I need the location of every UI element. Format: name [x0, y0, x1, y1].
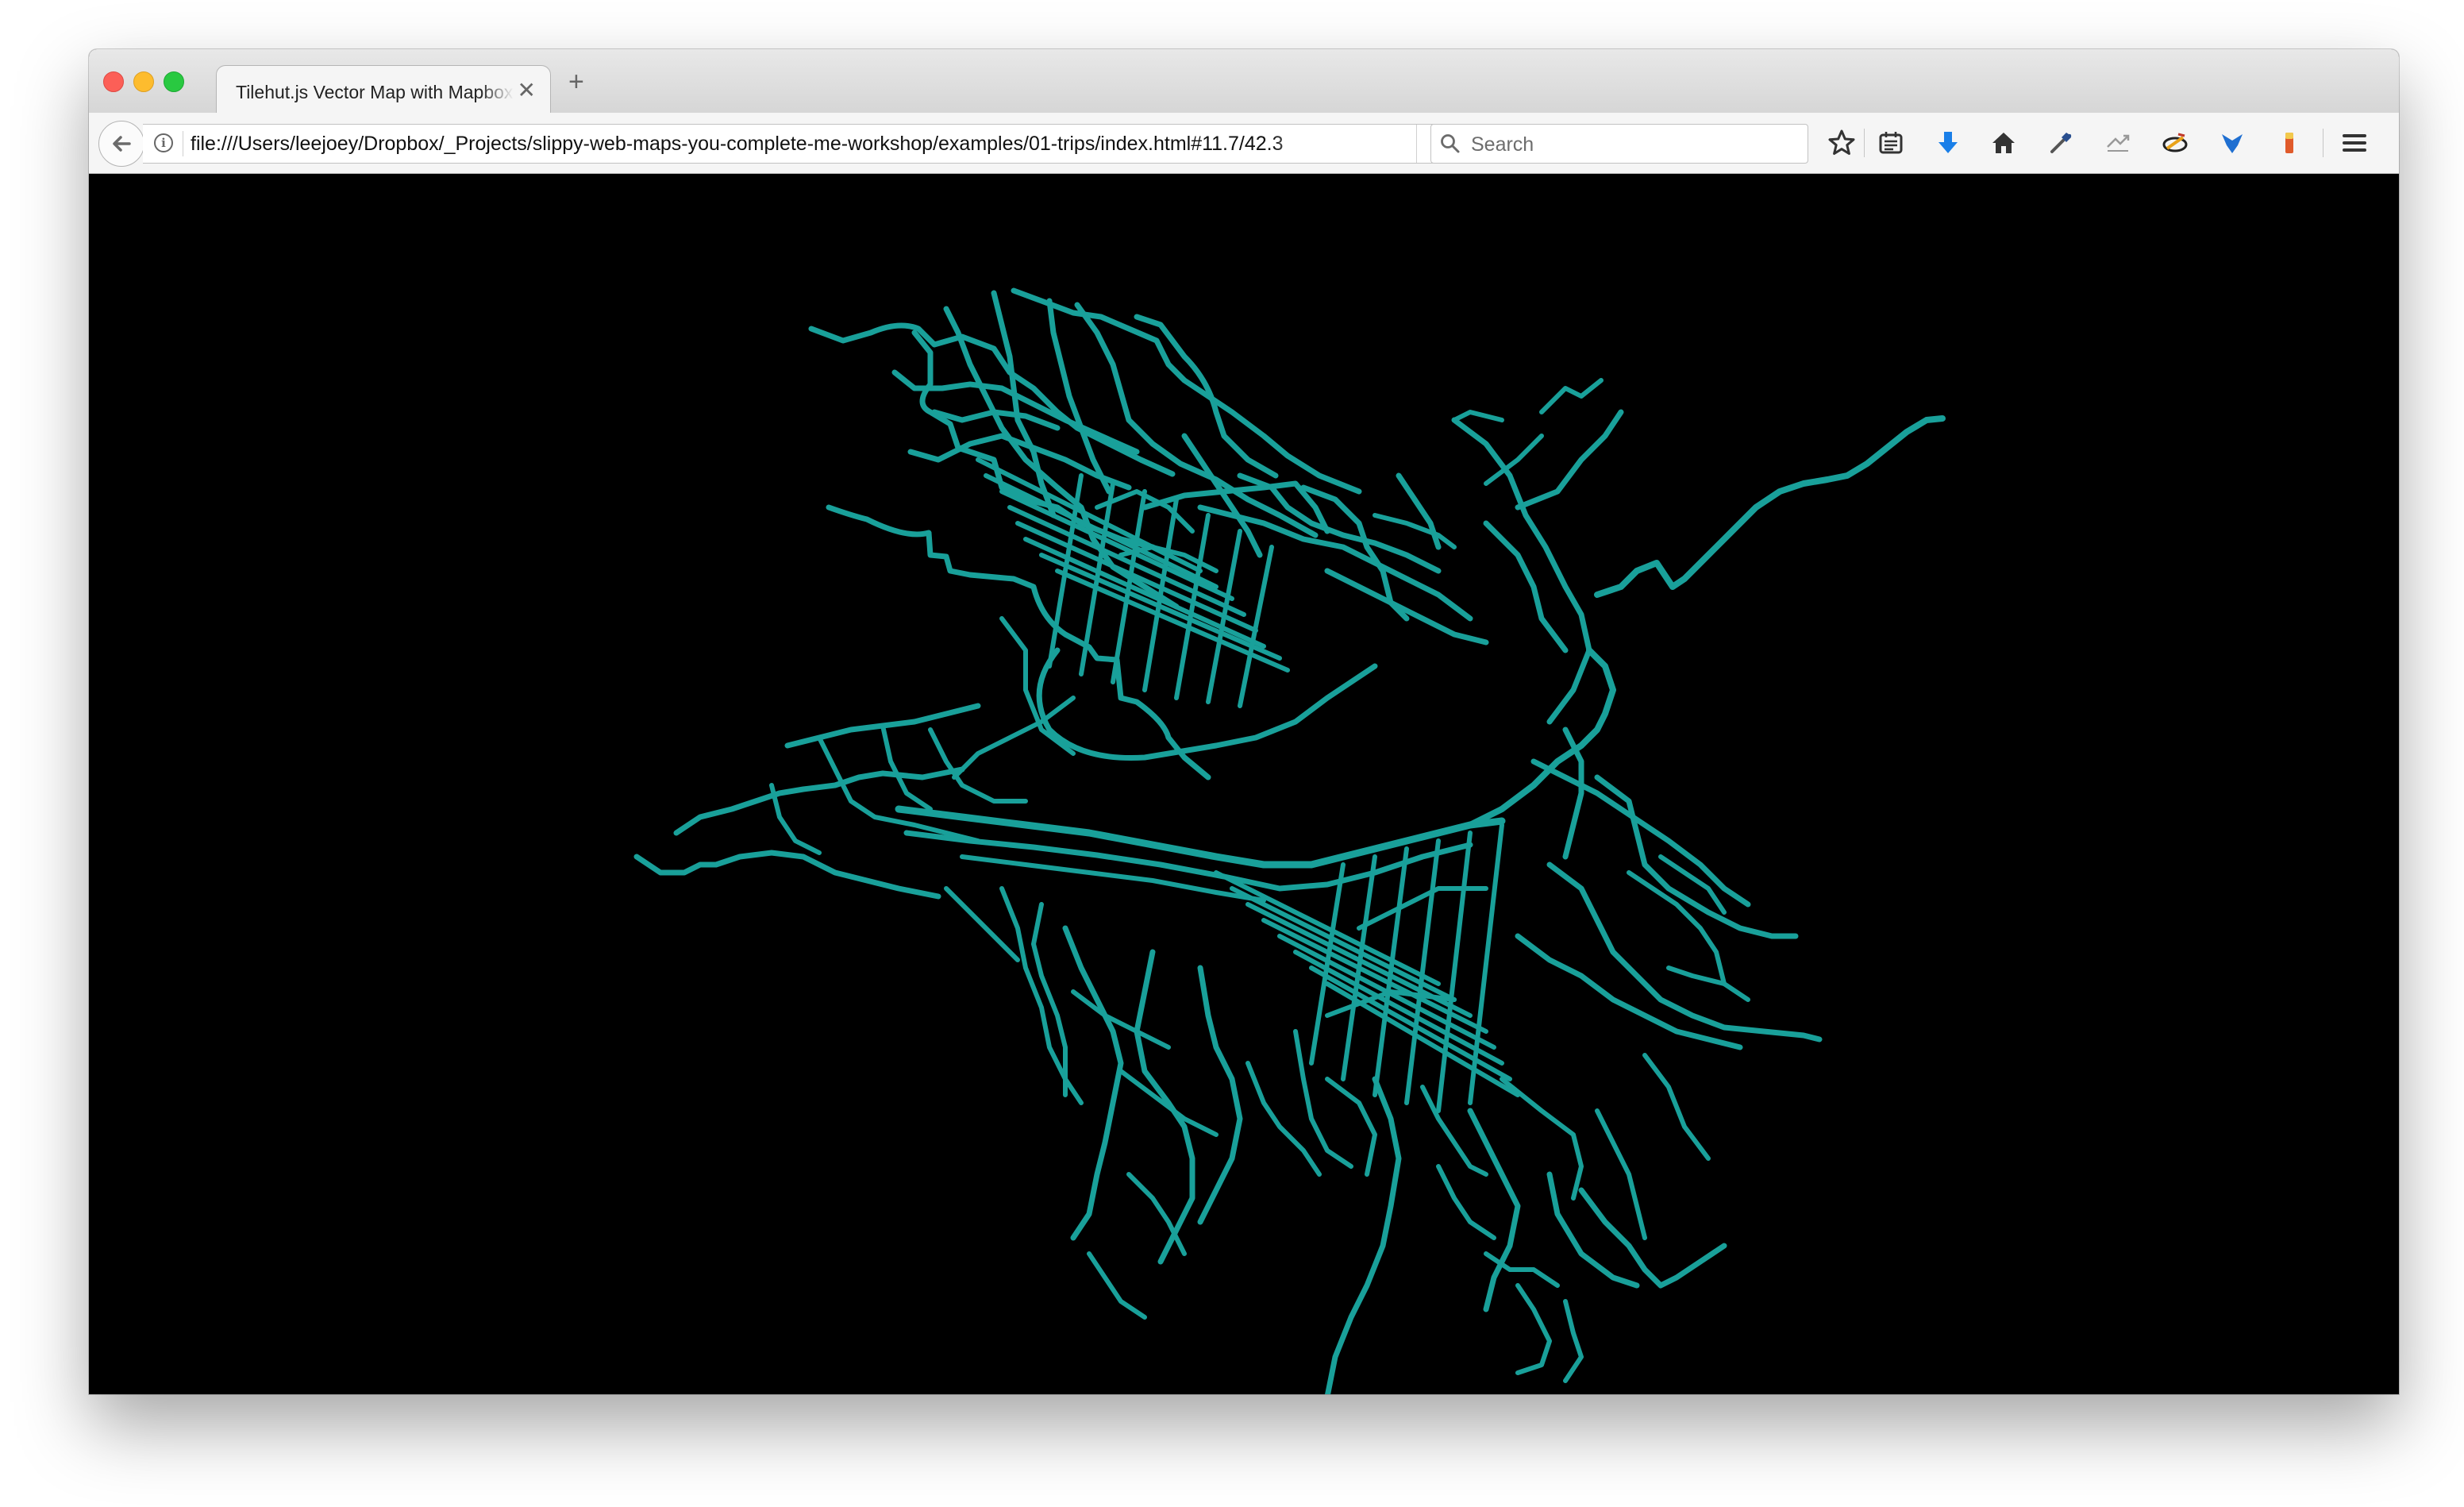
menu-icon[interactable] — [2339, 127, 2370, 159]
minimize-window-button[interactable] — [133, 71, 154, 92]
tab-close-icon[interactable]: ✕ — [518, 77, 536, 103]
shield-icon[interactable] — [2216, 127, 2248, 159]
address-bar[interactable]: i file:///Users/leejoey/Dropbox/_Project… — [143, 124, 1466, 164]
browser-window: Tilehut.js Vector Map with Mapbox GL ✕ +… — [89, 49, 2399, 1394]
url-text[interactable]: file:///Users/leejoey/Dropbox/_Projects/… — [191, 133, 1318, 156]
back-arrow-icon — [113, 136, 131, 152]
back-button[interactable] — [98, 121, 144, 167]
close-window-button[interactable] — [103, 71, 124, 92]
search-placeholder: Search — [1471, 133, 1534, 156]
search-icon — [1441, 134, 1460, 153]
eyedropper-icon[interactable] — [2045, 127, 2077, 159]
map-viewport[interactable] — [89, 174, 2399, 1394]
battery-icon[interactable] — [2273, 127, 2305, 159]
extension-icon[interactable] — [2159, 127, 2191, 159]
zoom-window-button[interactable] — [164, 71, 184, 92]
search-bar[interactable]: Search — [1430, 124, 1808, 164]
trips-route-map[interactable] — [89, 174, 2399, 1394]
toolbar-divider — [1864, 129, 1865, 157]
home-icon[interactable] — [1988, 127, 2019, 159]
reading-list-icon[interactable] — [1875, 127, 1907, 159]
new-tab-button[interactable]: + — [568, 67, 584, 98]
tab-active[interactable]: Tilehut.js Vector Map with Mapbox GL ✕ — [216, 65, 551, 115]
download-icon[interactable] — [1932, 127, 1964, 159]
route-network — [633, 287, 1946, 1394]
tab-title: Tilehut.js Vector Map with Mapbox GL — [236, 82, 514, 102]
sync-icon[interactable] — [2102, 127, 2134, 159]
info-icon[interactable]: i — [154, 133, 173, 152]
nav-toolbar: i file:///Users/leejoey/Dropbox/_Project… — [89, 113, 2399, 174]
tab-bar: Tilehut.js Vector Map with Mapbox GL ✕ + — [89, 49, 2399, 115]
star-icon[interactable] — [1826, 127, 1858, 159]
